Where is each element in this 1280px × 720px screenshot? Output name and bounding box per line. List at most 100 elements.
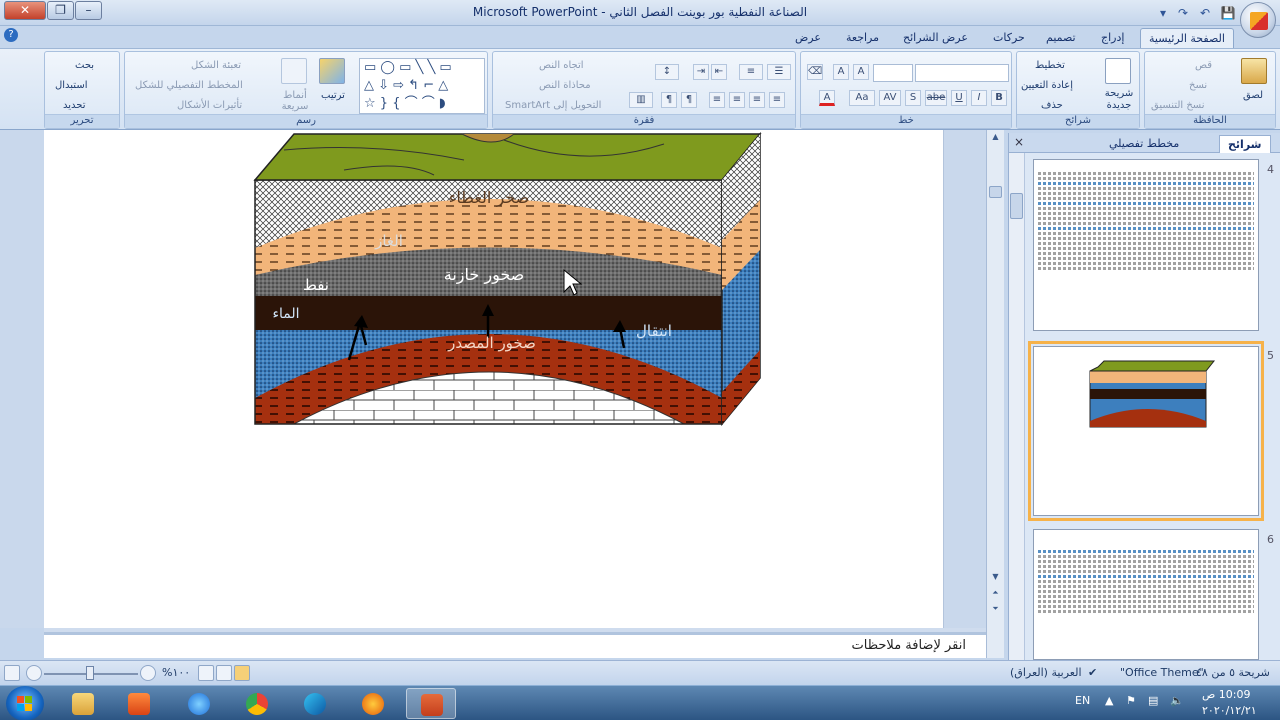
font-name-field[interactable] bbox=[915, 64, 1009, 82]
font-color-button[interactable]: A bbox=[819, 90, 835, 106]
justify-icon[interactable]: ≡ bbox=[709, 92, 725, 108]
font-size-field[interactable] bbox=[873, 64, 913, 82]
new-slide-button[interactable]: شريحة جديدة bbox=[1101, 88, 1137, 112]
change-case-button[interactable]: Aa bbox=[849, 90, 875, 106]
scroll-down-icon[interactable]: ▼ bbox=[988, 570, 1003, 584]
panel-scrollbar[interactable] bbox=[1009, 153, 1025, 660]
sorter-view-icon[interactable] bbox=[216, 665, 232, 681]
slideshow-view-icon[interactable] bbox=[198, 665, 214, 681]
clear-format-icon[interactable]: ⌫ bbox=[807, 64, 823, 80]
format-painter-button[interactable]: نسخ التنسيق bbox=[1151, 100, 1204, 111]
tab-slideshow[interactable]: عرض الشرائح bbox=[895, 28, 976, 48]
layout-button[interactable]: تخطيط bbox=[1035, 60, 1065, 71]
arrange-button[interactable]: ترتيب bbox=[321, 90, 345, 101]
rtl-icon[interactable]: ¶ bbox=[681, 92, 697, 108]
zoom-slider-knob[interactable] bbox=[86, 666, 94, 680]
panel-scroll-thumb[interactable] bbox=[1010, 193, 1023, 219]
shape-fill-button[interactable]: تعبئة الشكل bbox=[191, 60, 241, 71]
bullets-icon[interactable]: ☰ bbox=[767, 64, 791, 80]
shapes-gallery[interactable]: ▭ ◯ ▭ ╲ ╲ ▭ △ ⇩ ⇨ ↰ ⌐ △ ☆ } { ⌒ ⌒ ◗ bbox=[359, 58, 485, 114]
align-center-icon[interactable]: ≡ bbox=[749, 92, 765, 108]
find-button[interactable]: بحث bbox=[75, 60, 94, 71]
taskbar-ie[interactable] bbox=[174, 688, 224, 719]
next-slide-icon[interactable]: ⏷ bbox=[988, 602, 1003, 616]
zoom-in-icon[interactable] bbox=[26, 665, 42, 681]
tray-expand-icon[interactable]: ▲ bbox=[1105, 694, 1113, 707]
fit-window-icon[interactable] bbox=[4, 665, 20, 681]
taskbar-edge[interactable] bbox=[290, 688, 340, 719]
text-direction-button[interactable]: اتجاه النص bbox=[539, 60, 584, 71]
editor-vertical-scrollbar[interactable]: ▲ ▼ ⏶ ⏷ bbox=[986, 130, 1004, 658]
tab-review[interactable]: مراجعة bbox=[838, 28, 887, 48]
increase-indent-icon[interactable]: ⇥ bbox=[693, 64, 709, 80]
line-spacing-icon[interactable]: ↕ bbox=[655, 64, 679, 80]
notes-pane[interactable]: انقر لإضافة ملاحظات bbox=[44, 632, 986, 658]
tab-animations[interactable]: حركات bbox=[985, 28, 1033, 48]
slide-editor[interactable]: صخر الغطاء الغاز صخور خازنة نفط الماء ان… bbox=[44, 130, 944, 628]
start-button[interactable] bbox=[6, 686, 44, 720]
prev-slide-icon[interactable]: ⏶ bbox=[988, 586, 1003, 600]
cut-button[interactable]: قص bbox=[1195, 60, 1212, 71]
shadow-button[interactable]: S bbox=[905, 90, 921, 106]
zoom-out-icon[interactable] bbox=[140, 665, 156, 681]
reset-button[interactable]: إعادة التعيين bbox=[1021, 80, 1073, 91]
qat-dropdown-icon[interactable]: ▾ bbox=[1154, 4, 1172, 22]
language-bar[interactable]: EN bbox=[1075, 694, 1090, 707]
strikethrough-button[interactable]: abe bbox=[925, 90, 947, 106]
clock-date[interactable]: ٢٠٢٠/١٢/٢١ bbox=[1202, 704, 1257, 717]
new-slide-icon[interactable] bbox=[1105, 58, 1131, 84]
spellcheck-icon[interactable]: ✔ bbox=[1088, 666, 1097, 679]
align-right-icon[interactable]: ≡ bbox=[769, 92, 785, 108]
slide-thumbnail-4[interactable] bbox=[1033, 159, 1259, 331]
ltr-icon[interactable]: ¶ bbox=[661, 92, 677, 108]
decrease-indent-icon[interactable]: ⇤ bbox=[711, 64, 727, 80]
volume-icon[interactable]: 🔈 bbox=[1170, 694, 1184, 707]
tab-view[interactable]: عرض bbox=[787, 28, 829, 48]
shape-outline-button[interactable]: المخطط التفصيلي للشكل bbox=[135, 80, 243, 91]
normal-view-icon[interactable] bbox=[234, 665, 250, 681]
scroll-thumb[interactable] bbox=[989, 186, 1002, 198]
scroll-up-icon[interactable]: ▲ bbox=[988, 130, 1003, 144]
bold-button[interactable]: B bbox=[991, 90, 1007, 106]
tab-insert[interactable]: إدراج bbox=[1093, 28, 1132, 48]
shape-effects-button[interactable]: تأثيرات الأشكال bbox=[177, 100, 242, 111]
taskbar-media-player[interactable] bbox=[114, 688, 164, 719]
underline-button[interactable]: U bbox=[951, 90, 967, 106]
slide-thumbnail-5[interactable] bbox=[1028, 341, 1264, 521]
taskbar-explorer[interactable] bbox=[58, 688, 108, 719]
taskbar-firefox[interactable] bbox=[348, 688, 398, 719]
italic-button[interactable]: I bbox=[971, 90, 987, 106]
save-icon[interactable]: 💾 bbox=[1219, 4, 1237, 22]
action-center-icon[interactable]: ⚑ bbox=[1126, 694, 1136, 707]
align-text-button[interactable]: محاذاة النص bbox=[539, 80, 591, 91]
grow-font-button[interactable]: A bbox=[853, 64, 869, 80]
char-spacing-button[interactable]: AV bbox=[879, 90, 901, 106]
zoom-level[interactable]: %١٠٠ bbox=[162, 666, 190, 679]
taskbar-chrome[interactable] bbox=[232, 688, 282, 719]
select-button[interactable]: تحديد bbox=[63, 100, 86, 111]
office-button[interactable] bbox=[1240, 2, 1276, 38]
copy-button[interactable]: نسخ bbox=[1189, 80, 1207, 91]
quick-styles-button[interactable]: أنماط سريعة bbox=[277, 90, 313, 112]
undo-icon[interactable]: ↶ bbox=[1196, 4, 1214, 22]
columns-icon[interactable]: ▥ bbox=[629, 92, 653, 108]
taskbar-powerpoint[interactable] bbox=[406, 688, 456, 719]
help-icon[interactable]: ? bbox=[4, 28, 18, 42]
slide-thumbnail-6[interactable] bbox=[1033, 529, 1259, 660]
panel-close-button[interactable]: × bbox=[1014, 135, 1024, 149]
delete-slide-button[interactable]: حذف bbox=[1041, 100, 1063, 111]
tab-outline-panel[interactable]: مخطط تفصيلي bbox=[1101, 135, 1187, 153]
replace-button[interactable]: استبدال bbox=[55, 80, 88, 91]
numbering-icon[interactable]: ≡ bbox=[739, 64, 763, 80]
network-icon[interactable]: ▤ bbox=[1148, 694, 1158, 707]
redo-icon[interactable]: ↷ bbox=[1174, 4, 1192, 22]
tab-design[interactable]: تصميم bbox=[1038, 28, 1084, 48]
tab-slides-panel[interactable]: شرائح bbox=[1219, 135, 1271, 153]
tab-home[interactable]: الصفحة الرئيسية bbox=[1140, 28, 1234, 48]
arrange-icon[interactable] bbox=[319, 58, 345, 84]
clock-time[interactable]: 10:09 ص bbox=[1202, 688, 1251, 701]
smartart-button[interactable]: التحويل إلى SmartArt bbox=[505, 100, 601, 111]
quick-styles-icon[interactable] bbox=[281, 58, 307, 84]
align-left-icon[interactable]: ≡ bbox=[729, 92, 745, 108]
paste-button[interactable]: لصق bbox=[1243, 90, 1263, 101]
